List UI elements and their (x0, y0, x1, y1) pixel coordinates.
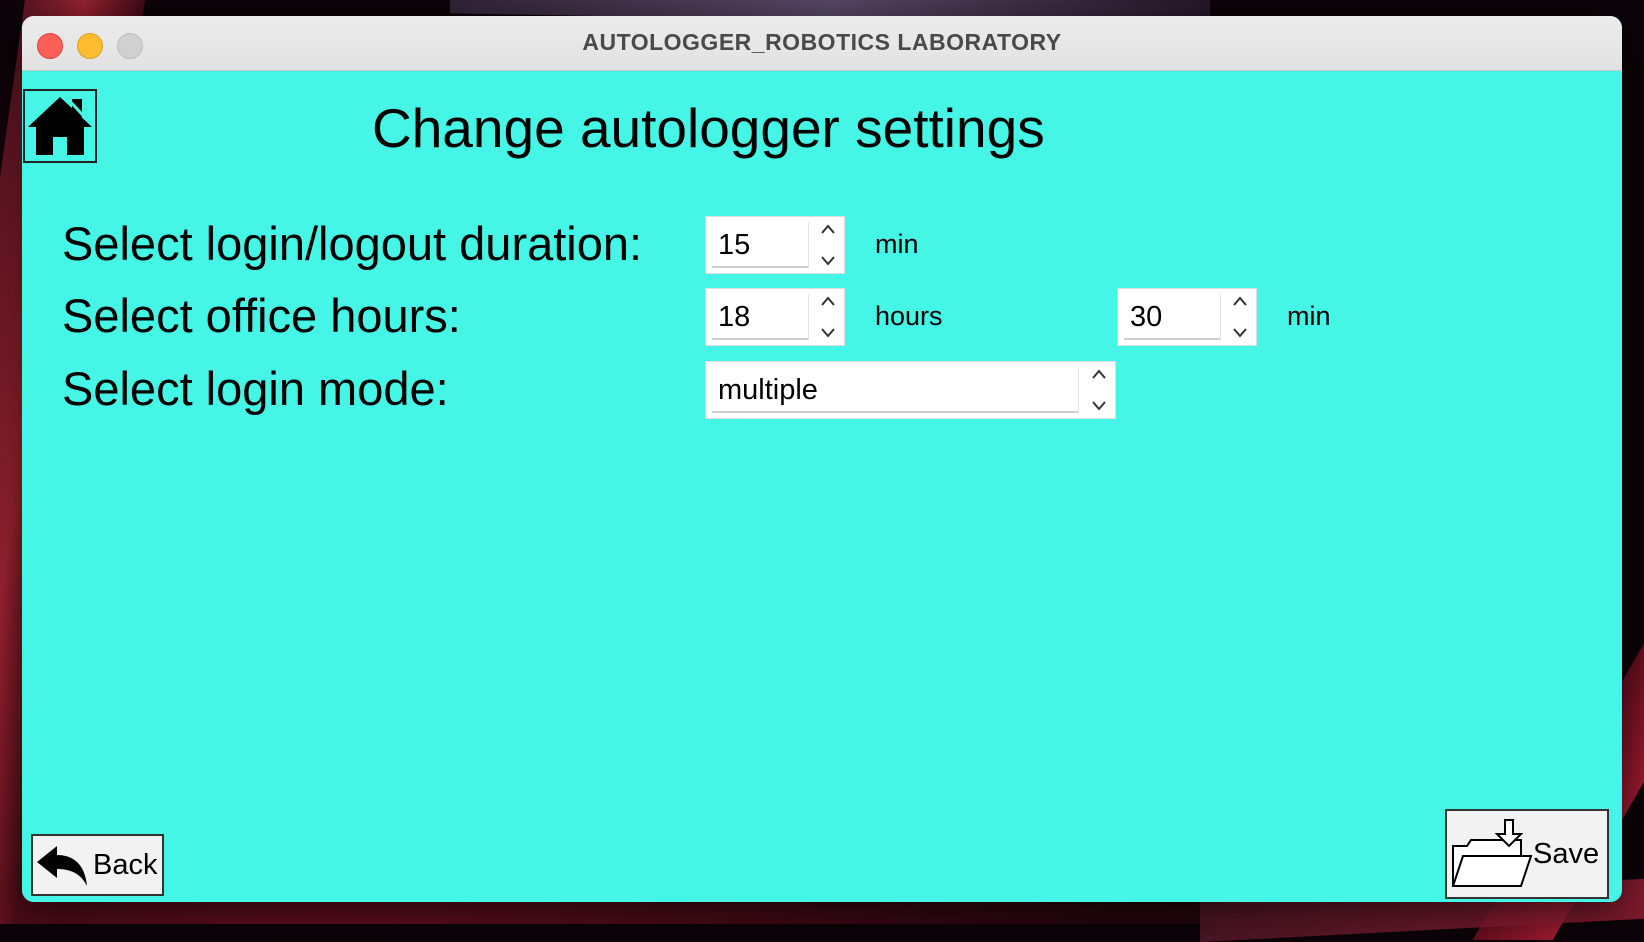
duration-spinner[interactable]: 15 (705, 216, 845, 274)
office-hours-hours-spinner[interactable]: 18 (705, 288, 845, 346)
save-button[interactable]: Save (1445, 809, 1609, 899)
save-button-label: Save (1533, 837, 1600, 870)
folder-save-icon (1451, 819, 1533, 887)
chevron-up-icon[interactable] (1090, 368, 1108, 380)
back-button-label: Back (93, 848, 158, 881)
home-icon (28, 97, 92, 155)
spin-arrows[interactable] (1228, 295, 1252, 339)
office-hours-hours-input[interactable]: 18 (712, 294, 809, 340)
back-button[interactable]: Back (31, 834, 164, 896)
min-unit: min (1287, 301, 1331, 331)
chevron-down-icon[interactable] (1231, 327, 1249, 339)
hours-unit: hours (875, 301, 943, 331)
chevron-up-icon[interactable] (819, 223, 837, 235)
spin-arrows[interactable] (816, 295, 840, 339)
login-mode-input[interactable]: multiple (712, 367, 1079, 413)
duration-unit: min (875, 229, 919, 259)
login-mode-spinner[interactable]: multiple (705, 361, 1116, 419)
login-mode-label: Select login mode: (62, 362, 449, 415)
office-hours-label: Select office hours: (62, 289, 461, 342)
office-hours-min-input[interactable]: 30 (1124, 294, 1221, 340)
home-button[interactable] (23, 89, 97, 163)
duration-input[interactable]: 15 (712, 222, 809, 268)
chevron-up-icon[interactable] (819, 295, 837, 307)
chevron-down-icon[interactable] (819, 255, 837, 267)
window-title: AUTOLOGGER_ROBOTICS LABORATORY (582, 29, 1062, 55)
spin-arrows[interactable] (816, 223, 840, 267)
chevron-up-icon[interactable] (1231, 295, 1249, 307)
page-title: Change autologger settings (372, 97, 1045, 159)
back-arrow-icon (37, 846, 87, 886)
title-bar[interactable]: AUTOLOGGER_ROBOTICS LABORATORY (22, 16, 1622, 71)
chevron-down-icon[interactable] (1090, 400, 1108, 412)
spin-arrows[interactable] (1087, 368, 1111, 412)
office-hours-min-spinner[interactable]: 30 (1117, 288, 1257, 346)
chevron-down-icon[interactable] (819, 327, 837, 339)
app-window: AUTOLOGGER_ROBOTICS LABORATORY Change au… (22, 16, 1622, 902)
duration-label: Select login/logout duration: (62, 217, 643, 270)
settings-panel: Change autologger settings Select login/… (22, 71, 1622, 902)
